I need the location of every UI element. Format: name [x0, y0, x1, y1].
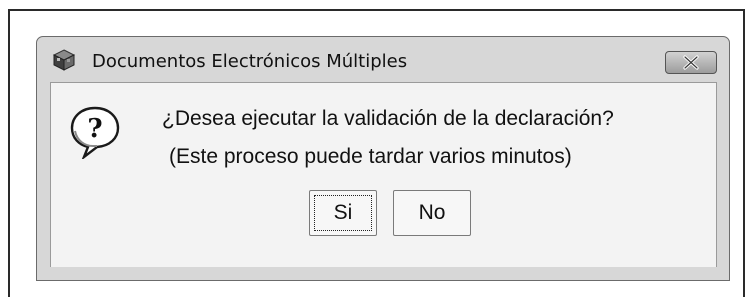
- no-button[interactable]: No: [393, 190, 471, 236]
- question-icon: ?: [69, 105, 121, 161]
- message-line-2: (Este proceso puede tardar varios minuto…: [169, 145, 572, 168]
- title-bar[interactable]: Documentos Electrónicos Múltiples: [37, 37, 729, 81]
- message-line-1: ¿Desea ejecutar la validación de la decl…: [162, 107, 614, 130]
- dialog-body: ? ¿Desea ejecutar la validación de la de…: [50, 82, 717, 267]
- no-button-label: No: [418, 201, 446, 224]
- dialog-window: Documentos Electrónicos Múltiples ? ¿Des…: [36, 36, 730, 281]
- yes-button-label: Si: [333, 201, 353, 224]
- app-cube-icon: [52, 49, 76, 71]
- yes-button[interactable]: Si: [309, 190, 377, 236]
- dialog-title: Documentos Electrónicos Múltiples: [92, 51, 408, 72]
- svg-text:?: ?: [87, 114, 102, 144]
- close-button[interactable]: [665, 51, 717, 74]
- close-icon: [683, 55, 699, 70]
